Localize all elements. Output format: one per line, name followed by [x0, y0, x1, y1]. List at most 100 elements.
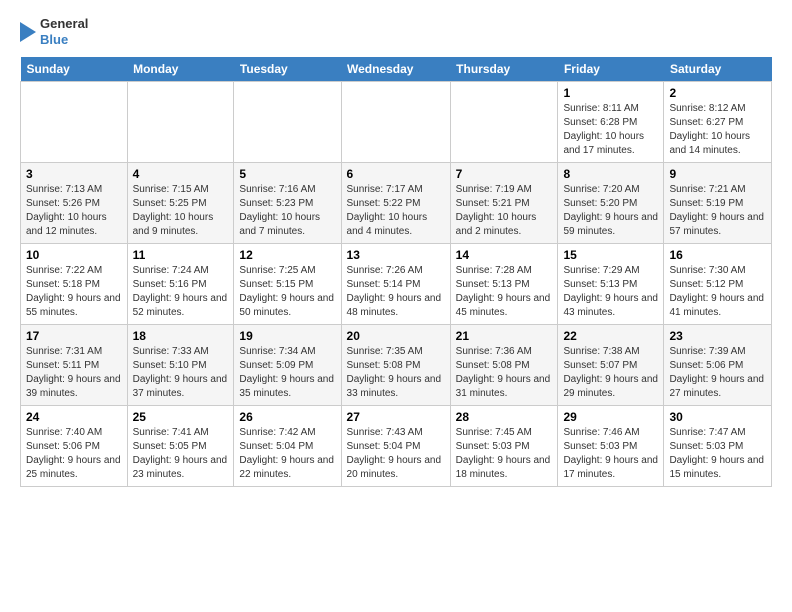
- day-info: Sunrise: 7:34 AM Sunset: 5:09 PM Dayligh…: [239, 345, 335, 401]
- day-cell: 16Sunrise: 7:30 AM Sunset: 5:12 PM Dayli…: [664, 244, 772, 325]
- day-number: 28: [456, 410, 553, 424]
- day-cell: 10 Sunrise: 7:22 AM Sunset: 5:18 PM Dayli…: [21, 244, 128, 325]
- day-cell: 29 Sunrise: 7:46 AM Sunset: 5:03 PM Dayli…: [558, 406, 664, 487]
- day-info: Sunrise: 7:38 AM Sunset: 5:07 PM Dayligh…: [563, 345, 658, 401]
- column-header-sunday: Sunday: [21, 57, 128, 82]
- week-row-2: 3 Sunrise: 7:13 AM Sunset: 5:26 PM Daylig…: [21, 163, 772, 244]
- week-row-1: 1 Sunrise: 8:11 AM Sunset: 6:28 PM Daylig…: [21, 82, 772, 163]
- day-info: Sunrise: 7:36 AM Sunset: 5:08 PM Dayligh…: [456, 345, 553, 401]
- day-info: Sunrise: 7:40 AM Sunset: 5:06 PM Dayligh…: [26, 426, 122, 482]
- day-info: Sunrise: 7:24 AM Sunset: 5:16 PM Dayligh…: [133, 264, 229, 320]
- day-info: Sunrise: 7:25 AM Sunset: 5:15 PM Dayligh…: [239, 264, 335, 320]
- day-cell: 18 Sunrise: 7:33 AM Sunset: 5:10 PM Dayli…: [127, 325, 234, 406]
- day-number: 5: [239, 167, 335, 181]
- logo-general: General: [40, 16, 88, 32]
- day-info: Sunrise: 7:28 AM Sunset: 5:13 PM Dayligh…: [456, 264, 553, 320]
- day-cell: [21, 82, 128, 163]
- day-number: 4: [133, 167, 229, 181]
- day-number: 2: [669, 86, 766, 100]
- day-info: Sunrise: 7:42 AM Sunset: 5:04 PM Dayligh…: [239, 426, 335, 482]
- day-cell: 30 Sunrise: 7:47 AM Sunset: 5:03 PM Dayli…: [664, 406, 772, 487]
- day-cell: 14 Sunrise: 7:28 AM Sunset: 5:13 PM Dayli…: [450, 244, 558, 325]
- day-number: 30: [669, 410, 766, 424]
- day-cell: 11 Sunrise: 7:24 AM Sunset: 5:16 PM Dayli…: [127, 244, 234, 325]
- day-number: 18: [133, 329, 229, 343]
- day-info: Sunrise: 7:20 AM Sunset: 5:20 PM Dayligh…: [563, 183, 658, 239]
- day-cell: 5 Sunrise: 7:16 AM Sunset: 5:23 PM Daylig…: [234, 163, 341, 244]
- day-info: Sunrise: 7:45 AM Sunset: 5:03 PM Dayligh…: [456, 426, 553, 482]
- day-info: Sunrise: 7:43 AM Sunset: 5:04 PM Dayligh…: [347, 426, 445, 482]
- day-cell: 17 Sunrise: 7:31 AM Sunset: 5:11 PM Dayli…: [21, 325, 128, 406]
- day-cell: 13Sunrise: 7:26 AM Sunset: 5:14 PM Dayli…: [341, 244, 450, 325]
- day-cell: 19 Sunrise: 7:34 AM Sunset: 5:09 PM Dayli…: [234, 325, 341, 406]
- day-info: Sunrise: 7:13 AM Sunset: 5:26 PM Dayligh…: [26, 183, 122, 239]
- day-number: 3: [26, 167, 122, 181]
- column-header-wednesday: Wednesday: [341, 57, 450, 82]
- day-cell: 24Sunrise: 7:40 AM Sunset: 5:06 PM Dayli…: [21, 406, 128, 487]
- day-cell: 9 Sunrise: 7:21 AM Sunset: 5:19 PM Daylig…: [664, 163, 772, 244]
- day-info: Sunrise: 7:19 AM Sunset: 5:21 PM Dayligh…: [456, 183, 553, 239]
- day-number: 8: [563, 167, 658, 181]
- day-cell: 25 Sunrise: 7:41 AM Sunset: 5:05 PM Dayli…: [127, 406, 234, 487]
- day-info: Sunrise: 7:41 AM Sunset: 5:05 PM Dayligh…: [133, 426, 229, 482]
- day-number: 22: [563, 329, 658, 343]
- day-info: Sunrise: 7:31 AM Sunset: 5:11 PM Dayligh…: [26, 345, 122, 401]
- day-cell: 22 Sunrise: 7:38 AM Sunset: 5:07 PM Dayli…: [558, 325, 664, 406]
- day-cell: 20Sunrise: 7:35 AM Sunset: 5:08 PM Dayli…: [341, 325, 450, 406]
- week-row-4: 17 Sunrise: 7:31 AM Sunset: 5:11 PM Dayli…: [21, 325, 772, 406]
- day-cell: 2 Sunrise: 8:12 AM Sunset: 6:27 PM Daylig…: [664, 82, 772, 163]
- day-number: 12: [239, 248, 335, 262]
- day-cell: [341, 82, 450, 163]
- day-info: Sunrise: 7:47 AM Sunset: 5:03 PM Dayligh…: [669, 426, 766, 482]
- day-cell: [127, 82, 234, 163]
- day-cell: [234, 82, 341, 163]
- day-number: 7: [456, 167, 553, 181]
- day-number: 29: [563, 410, 658, 424]
- column-header-saturday: Saturday: [664, 57, 772, 82]
- day-cell: 8 Sunrise: 7:20 AM Sunset: 5:20 PM Daylig…: [558, 163, 664, 244]
- day-info: Sunrise: 7:16 AM Sunset: 5:23 PM Dayligh…: [239, 183, 335, 239]
- day-info: Sunrise: 7:33 AM Sunset: 5:10 PM Dayligh…: [133, 345, 229, 401]
- day-number: 25: [133, 410, 229, 424]
- day-info: Sunrise: 8:11 AM Sunset: 6:28 PM Dayligh…: [563, 102, 658, 158]
- day-number: 14: [456, 248, 553, 262]
- day-cell: 28 Sunrise: 7:45 AM Sunset: 5:03 PM Dayli…: [450, 406, 558, 487]
- day-cell: 15 Sunrise: 7:29 AM Sunset: 5:13 PM Dayli…: [558, 244, 664, 325]
- day-info: Sunrise: 7:26 AM Sunset: 5:14 PM Dayligh…: [347, 264, 445, 320]
- day-number: 6: [347, 167, 445, 181]
- day-number: 11: [133, 248, 229, 262]
- day-cell: 23Sunrise: 7:39 AM Sunset: 5:06 PM Dayli…: [664, 325, 772, 406]
- column-header-tuesday: Tuesday: [234, 57, 341, 82]
- header: GeneralBlue: [20, 16, 772, 47]
- day-cell: 21Sunrise: 7:36 AM Sunset: 5:08 PM Dayli…: [450, 325, 558, 406]
- header-row: SundayMondayTuesdayWednesdayThursdayFrid…: [21, 57, 772, 82]
- day-info: Sunrise: 7:21 AM Sunset: 5:19 PM Dayligh…: [669, 183, 766, 239]
- day-number: 19: [239, 329, 335, 343]
- day-number: 9: [669, 167, 766, 181]
- day-info: Sunrise: 7:35 AM Sunset: 5:08 PM Dayligh…: [347, 345, 445, 401]
- day-number: 1: [563, 86, 658, 100]
- day-info: Sunrise: 7:46 AM Sunset: 5:03 PM Dayligh…: [563, 426, 658, 482]
- logo-text: GeneralBlue: [40, 16, 88, 47]
- calendar-table: SundayMondayTuesdayWednesdayThursdayFrid…: [20, 57, 772, 487]
- day-number: 23: [669, 329, 766, 343]
- day-cell: 12 Sunrise: 7:25 AM Sunset: 5:15 PM Dayli…: [234, 244, 341, 325]
- day-cell: 3 Sunrise: 7:13 AM Sunset: 5:26 PM Daylig…: [21, 163, 128, 244]
- week-row-5: 24Sunrise: 7:40 AM Sunset: 5:06 PM Dayli…: [21, 406, 772, 487]
- day-cell: 26Sunrise: 7:42 AM Sunset: 5:04 PM Dayli…: [234, 406, 341, 487]
- logo-blue: Blue: [40, 32, 88, 48]
- logo: GeneralBlue: [20, 16, 88, 47]
- day-info: Sunrise: 7:22 AM Sunset: 5:18 PM Dayligh…: [26, 264, 122, 320]
- day-info: Sunrise: 7:29 AM Sunset: 5:13 PM Dayligh…: [563, 264, 658, 320]
- day-cell: 4 Sunrise: 7:15 AM Sunset: 5:25 PM Daylig…: [127, 163, 234, 244]
- day-number: 27: [347, 410, 445, 424]
- day-info: Sunrise: 8:12 AM Sunset: 6:27 PM Dayligh…: [669, 102, 766, 158]
- day-number: 10: [26, 248, 122, 262]
- column-header-friday: Friday: [558, 57, 664, 82]
- day-info: Sunrise: 7:15 AM Sunset: 5:25 PM Dayligh…: [133, 183, 229, 239]
- day-number: 16: [669, 248, 766, 262]
- day-number: 15: [563, 248, 658, 262]
- day-cell: 6Sunrise: 7:17 AM Sunset: 5:22 PM Daylig…: [341, 163, 450, 244]
- day-cell: 7 Sunrise: 7:19 AM Sunset: 5:21 PM Daylig…: [450, 163, 558, 244]
- day-number: 17: [26, 329, 122, 343]
